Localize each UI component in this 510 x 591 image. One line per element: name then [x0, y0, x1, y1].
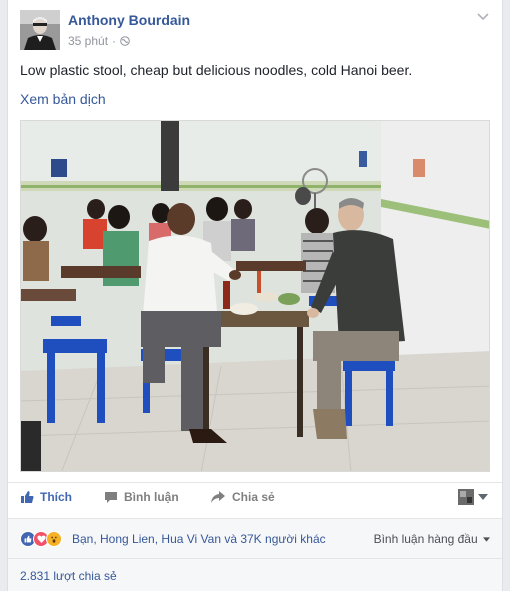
like-label: Thích: [40, 490, 72, 504]
post-time[interactable]: 35 phút: [68, 34, 108, 48]
post-header: Anthony Bourdain 35 phút ·: [20, 10, 490, 52]
globe-icon[interactable]: [120, 36, 130, 46]
caret-down-icon: [483, 537, 490, 542]
chevron-down-icon[interactable]: [476, 12, 490, 22]
shares-row: 2.831 lượt chia sẻ: [8, 558, 502, 591]
post-text: Low plastic stool, cheap but delicious n…: [20, 62, 413, 78]
avatar[interactable]: [20, 10, 60, 50]
share-button[interactable]: Chia sẻ: [210, 490, 275, 504]
post-actions-bar: Thích Bình luận Chia sẻ: [8, 482, 502, 514]
reactions-summary[interactable]: Bạn, Hong Lien, Hua Vi Van và 37K người …: [72, 532, 326, 546]
comment-icon: [105, 492, 117, 503]
reaction-icons[interactable]: [20, 531, 62, 547]
share-count[interactable]: 2.831 lượt chia sẻ: [20, 569, 117, 583]
comment-sort-dropdown[interactable]: Bình luận hàng đầu: [374, 532, 490, 546]
like-button[interactable]: Thích: [20, 490, 72, 504]
reactions-row: Bạn, Hong Lien, Hua Vi Van và 37K người …: [8, 518, 502, 558]
post-card: Anthony Bourdain 35 phút · Low plastic s…: [7, 0, 503, 591]
comment-label: Bình luận: [124, 490, 179, 504]
wow-reaction-icon: [46, 531, 62, 547]
post-meta: 35 phút ·: [68, 34, 130, 48]
author-name[interactable]: Anthony Bourdain: [68, 12, 190, 28]
share-label: Chia sẻ: [232, 490, 275, 504]
post-photo[interactable]: [20, 120, 490, 472]
comment-sort-label: Bình luận hàng đầu: [373, 532, 478, 546]
caret-down-icon: [478, 494, 488, 500]
comment-button[interactable]: Bình luận: [104, 490, 179, 504]
viewer-avatar: [458, 489, 474, 505]
see-translation-link[interactable]: Xem bản dịch: [20, 91, 106, 107]
share-arrow-icon: [211, 491, 225, 503]
thumbs-up-icon: [21, 491, 34, 503]
post-as-selector[interactable]: [458, 489, 488, 505]
